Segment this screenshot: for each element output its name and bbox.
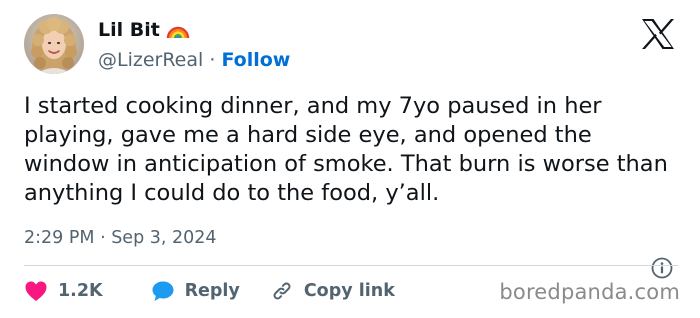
link-icon	[273, 282, 291, 300]
follow-button[interactable]: Follow	[221, 49, 290, 71]
info-icon[interactable]	[650, 256, 674, 280]
author-handle[interactable]: @LizerReal	[98, 49, 203, 71]
tweet-actions: 1.2K Reply Copy link	[24, 278, 395, 304]
copy-link-label: Copy link	[303, 281, 395, 301]
reply-button[interactable]: Reply	[151, 280, 240, 302]
heart-icon	[25, 281, 47, 301]
tweet-timestamp[interactable]: 2:29 PM · Sep 3, 2024	[24, 226, 217, 250]
avatar-image	[24, 14, 84, 74]
reply-label: Reply	[184, 281, 240, 301]
avatar[interactable]	[24, 14, 84, 74]
x-logo-icon[interactable]	[640, 18, 676, 50]
rainbow-icon	[166, 26, 190, 39]
like-count: 1.2K	[58, 281, 103, 301]
author-name-row: Lil Bit	[98, 18, 190, 42]
reply-bubble-icon	[152, 281, 174, 301]
watermark: boredpanda.com	[499, 280, 680, 304]
handle-separator: ·	[203, 49, 222, 71]
like-button[interactable]: 1.2K	[24, 280, 103, 302]
tweet-text: I started cooking dinner, and my 7yo pau…	[24, 93, 668, 206]
author-display-name[interactable]: Lil Bit	[98, 18, 160, 42]
copy-link-button[interactable]: Copy link	[270, 279, 395, 303]
author-handle-row: @LizerReal · Follow	[98, 48, 290, 72]
actions-divider	[24, 265, 678, 266]
